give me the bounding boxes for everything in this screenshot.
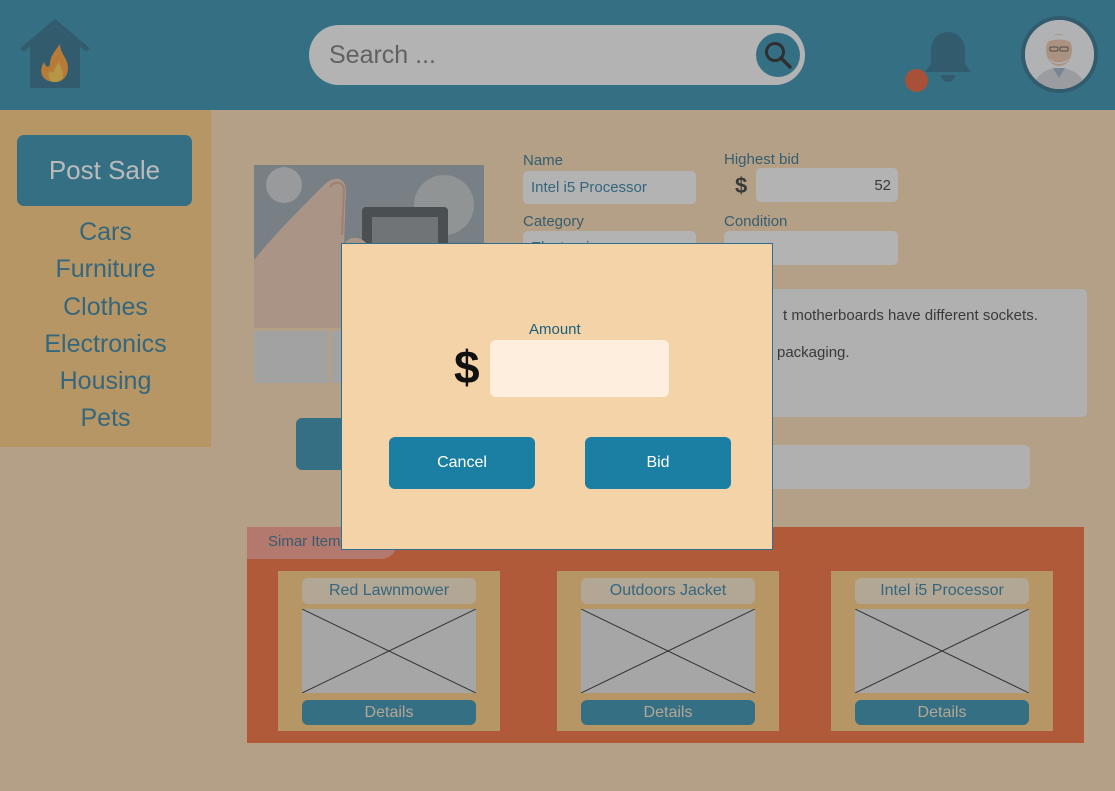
dollar-icon: $ — [454, 341, 480, 393]
cancel-button[interactable]: Cancel — [389, 437, 535, 489]
bid-button[interactable]: Bid — [585, 437, 731, 489]
amount-input[interactable] — [490, 340, 669, 397]
bid-dialog: Amount $ Cancel Bid — [341, 243, 773, 550]
amount-label: Amount — [529, 321, 581, 338]
